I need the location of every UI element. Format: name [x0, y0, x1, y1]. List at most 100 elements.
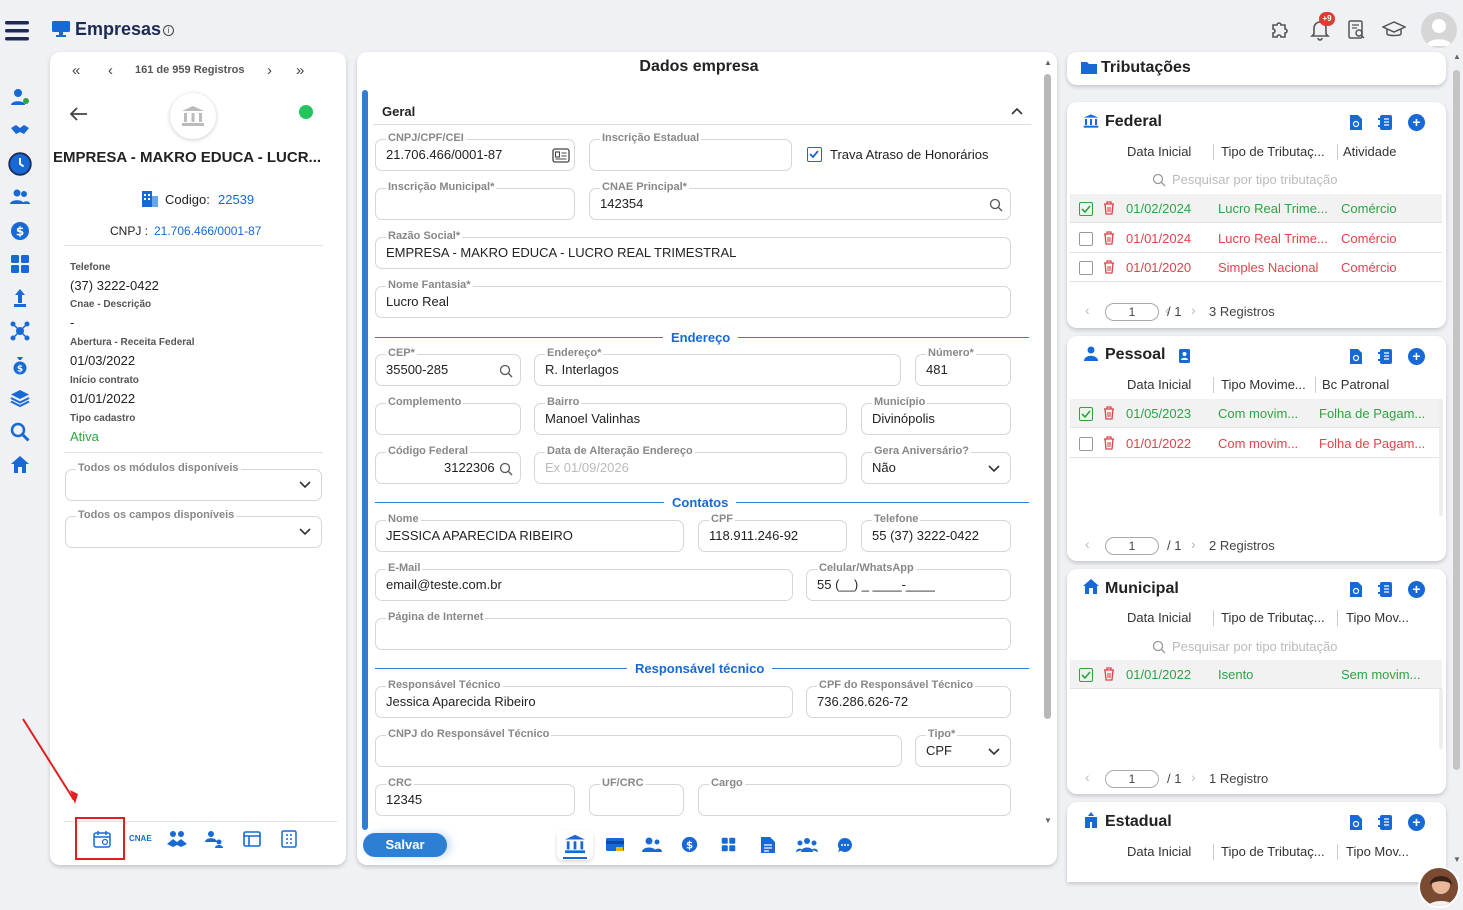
- col-header[interactable]: Tipo Movime...: [1221, 377, 1311, 392]
- razao-social-field[interactable]: Razão Social* EMPRESA - MAKRO EDUCA - LU…: [375, 230, 1011, 269]
- rail-money-bag-icon[interactable]: $: [0, 348, 40, 382]
- row-checkbox[interactable]: [1079, 436, 1093, 451]
- col-header[interactable]: Tipo de Tributaç...: [1221, 610, 1333, 625]
- trash-icon[interactable]: [1103, 230, 1115, 245]
- next-page-button[interactable]: ›: [1191, 769, 1196, 785]
- last-record-button[interactable]: »: [296, 62, 304, 79]
- trash-icon[interactable]: [1103, 667, 1115, 681]
- next-page-button[interactable]: ›: [1191, 302, 1196, 318]
- col-header[interactable]: Tipo de Tributaç...: [1221, 144, 1333, 159]
- collapse-chevron-icon[interactable]: [1011, 107, 1023, 115]
- cpf-responsavel-field[interactable]: CPF do Responsável Técnico 736.286.626-7…: [806, 679, 1011, 718]
- bairro-field[interactable]: Bairro Manoel Valinhas: [534, 396, 847, 435]
- codigo-federal-field[interactable]: Código Federal 3122306: [375, 445, 521, 484]
- rail-network-icon[interactable]: [0, 315, 40, 349]
- col-header[interactable]: Tipo Mov...: [1346, 610, 1431, 625]
- col-header[interactable]: Data Inicial: [1127, 377, 1213, 392]
- celular-field[interactable]: Celular/WhatsApp 55 (__) _ ____-____: [806, 562, 1011, 601]
- row-checkbox[interactable]: [1079, 407, 1093, 421]
- tab-finance[interactable]: $: [681, 836, 698, 853]
- rail-handshake-icon[interactable]: [0, 114, 40, 148]
- responsavel-field[interactable]: Responsável Técnico Jessica Aparecida Ri…: [375, 679, 793, 718]
- tab-card[interactable]: [606, 837, 624, 853]
- search-icon[interactable]: [499, 462, 513, 476]
- cnpj-value[interactable]: 21.706.466/0001-87: [154, 224, 261, 238]
- table-row[interactable]: 01/05/2023 Com movim... Folha de Pagam...: [1070, 399, 1442, 428]
- section-geral[interactable]: Geral: [382, 104, 415, 119]
- report-search-icon[interactable]: [1347, 19, 1367, 41]
- modules-select[interactable]: Todos os módulos disponíveis: [65, 462, 322, 501]
- next-record-button[interactable]: ›: [267, 62, 272, 79]
- company-code[interactable]: 22539: [218, 192, 254, 207]
- info-icon[interactable]: i: [163, 25, 174, 36]
- cep-field[interactable]: CEP* 35500-285: [375, 347, 521, 386]
- cnpj-responsavel-field[interactable]: CNPJ do Responsável Técnico: [375, 728, 902, 767]
- search-icon[interactable]: [499, 364, 513, 378]
- rail-group-icon[interactable]: [0, 181, 40, 215]
- graduation-cap-icon[interactable]: [1382, 21, 1406, 39]
- cargo-field[interactable]: Cargo: [698, 777, 1011, 816]
- list-icon[interactable]: [1378, 581, 1393, 598]
- add-icon[interactable]: +: [1408, 114, 1425, 131]
- row-checkbox[interactable]: [1079, 231, 1093, 246]
- complemento-field[interactable]: Complemento: [375, 396, 521, 435]
- trash-icon[interactable]: [1103, 406, 1115, 420]
- cnae-field[interactable]: CNAE Principal* 142354: [589, 181, 1011, 220]
- rail-layers-icon[interactable]: [0, 382, 40, 416]
- table-row[interactable]: 01/01/2022 Com movim... Folha de Pagam...: [1070, 428, 1442, 458]
- crc-field[interactable]: CRC 12345: [375, 777, 575, 816]
- rail-home-icon[interactable]: [0, 449, 40, 483]
- page-scrollbar-thumb[interactable]: [1453, 70, 1460, 770]
- report-icon[interactable]: [1349, 114, 1363, 131]
- id-badge-icon[interactable]: [1179, 348, 1190, 363]
- search-icon[interactable]: [989, 198, 1003, 212]
- col-header[interactable]: Atividade: [1343, 144, 1433, 159]
- tab-calculator[interactable]: [721, 837, 736, 852]
- scrollbar-thumb[interactable]: [1044, 74, 1051, 719]
- aniversario-select[interactable]: Gera Aniversário? Não: [861, 445, 1011, 484]
- tab-building[interactable]: [281, 830, 297, 848]
- rail-users-icon[interactable]: [0, 80, 40, 114]
- col-header[interactable]: Tipo Mov...: [1346, 844, 1431, 859]
- prev-page-button[interactable]: ‹: [1085, 536, 1090, 552]
- col-header[interactable]: Data Inicial: [1127, 844, 1213, 859]
- tab-bank[interactable]: [557, 830, 593, 860]
- tab-contacts[interactable]: [642, 837, 662, 853]
- report-icon[interactable]: [1349, 348, 1363, 365]
- rail-upload-icon[interactable]: [0, 281, 40, 315]
- prev-page-button[interactable]: ‹: [1085, 302, 1090, 318]
- user-avatar[interactable]: [1421, 12, 1457, 48]
- page-input[interactable]: 1: [1105, 303, 1159, 321]
- email-field[interactable]: E-Mail email@teste.com.br: [375, 562, 793, 601]
- tipo-select[interactable]: Tipo* CPF: [915, 728, 1011, 767]
- save-button[interactable]: Salvar: [363, 833, 447, 857]
- fields-select[interactable]: Todos os campos disponíveis: [65, 509, 322, 548]
- trash-icon[interactable]: [1103, 201, 1115, 215]
- nome-fantasia-field[interactable]: Nome Fantasia* Lucro Real: [375, 279, 1011, 318]
- list-icon[interactable]: [1378, 814, 1393, 831]
- row-checkbox[interactable]: [1079, 261, 1093, 275]
- col-header[interactable]: Data Inicial: [1127, 610, 1213, 625]
- list-icon[interactable]: [1378, 114, 1393, 131]
- table-row[interactable]: 01/01/2020 Simples Nacional Comércio: [1070, 253, 1442, 282]
- tab-cnae[interactable]: CNAE: [129, 834, 152, 843]
- next-page-button[interactable]: ›: [1191, 536, 1196, 552]
- tab-table[interactable]: [243, 831, 261, 847]
- inscricao-estadual-field[interactable]: Inscrição Estadual: [589, 132, 792, 171]
- municipal-search-input[interactable]: Pesquisar por tipo tributação: [1172, 639, 1337, 654]
- tab-partners[interactable]: [167, 830, 187, 848]
- back-arrow-icon[interactable]: [70, 107, 88, 121]
- rail-calculator-icon[interactable]: [0, 248, 40, 282]
- uf-crc-field[interactable]: UF/CRC: [589, 777, 684, 816]
- report-icon[interactable]: [1349, 814, 1363, 831]
- telefone-field[interactable]: Telefone 55 (37) 3222-0422: [861, 513, 1011, 552]
- numero-field[interactable]: Número* 481: [915, 347, 1011, 386]
- cnpj-field[interactable]: CNPJ/CPF/CEI 21.706.466/0001-87: [375, 132, 575, 171]
- add-icon[interactable]: +: [1408, 581, 1425, 598]
- col-header[interactable]: Data Inicial: [1127, 144, 1213, 159]
- hamburger-menu-icon[interactable]: [5, 20, 29, 42]
- row-checkbox[interactable]: [1079, 202, 1093, 216]
- page-input[interactable]: 1: [1105, 537, 1159, 555]
- trava-checkbox[interactable]: [807, 147, 822, 162]
- pagina-internet-field[interactable]: Página de Internet: [375, 611, 1011, 650]
